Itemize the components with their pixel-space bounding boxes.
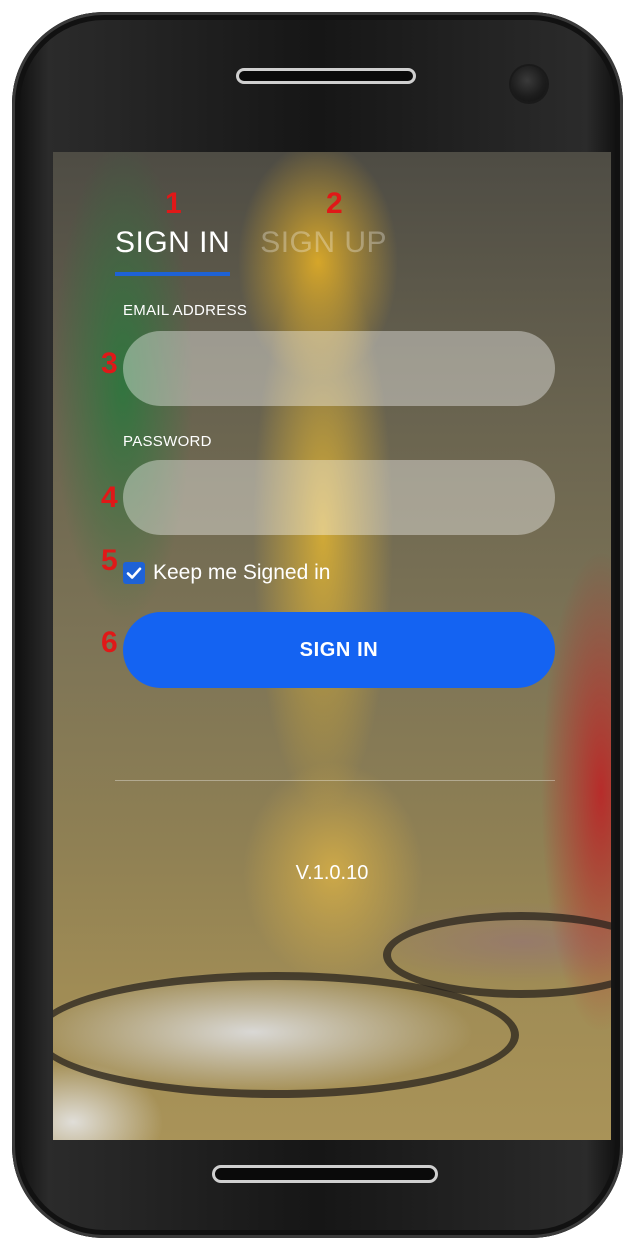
email-label: EMAIL ADDRESS (123, 302, 248, 319)
email-field[interactable] (123, 331, 555, 406)
keep-signed-in-row[interactable]: Keep me Signed in (123, 561, 330, 585)
earpiece-speaker (236, 68, 416, 84)
annotation-marker-6: 6 (101, 626, 118, 659)
annotation-marker-4: 4 (101, 481, 118, 514)
sign-in-button[interactable]: SIGN IN (123, 612, 555, 688)
phone-frame: SIGN IN SIGN UP EMAIL ADDRESS PASSWORD K… (12, 12, 623, 1238)
checkmark-icon (126, 567, 142, 579)
tab-sign-up[interactable]: SIGN UP (260, 226, 387, 276)
divider (115, 780, 555, 781)
password-label: PASSWORD (123, 433, 212, 450)
annotation-marker-5: 5 (101, 544, 118, 577)
app-screen: SIGN IN SIGN UP EMAIL ADDRESS PASSWORD K… (53, 152, 611, 1140)
keep-signed-in-label: Keep me Signed in (153, 561, 331, 584)
version-text: V.1.0.10 (295, 862, 369, 884)
keep-signed-in-checkbox[interactable] (123, 562, 145, 584)
password-field[interactable] (123, 460, 555, 535)
front-camera (511, 66, 547, 102)
auth-tabs: SIGN IN SIGN UP (115, 226, 387, 276)
annotation-marker-1: 1 (165, 187, 182, 220)
tab-sign-in[interactable]: SIGN IN (115, 226, 231, 276)
annotation-marker-2: 2 (326, 187, 343, 220)
annotation-marker-3: 3 (101, 347, 118, 380)
bottom-speaker (212, 1165, 438, 1183)
